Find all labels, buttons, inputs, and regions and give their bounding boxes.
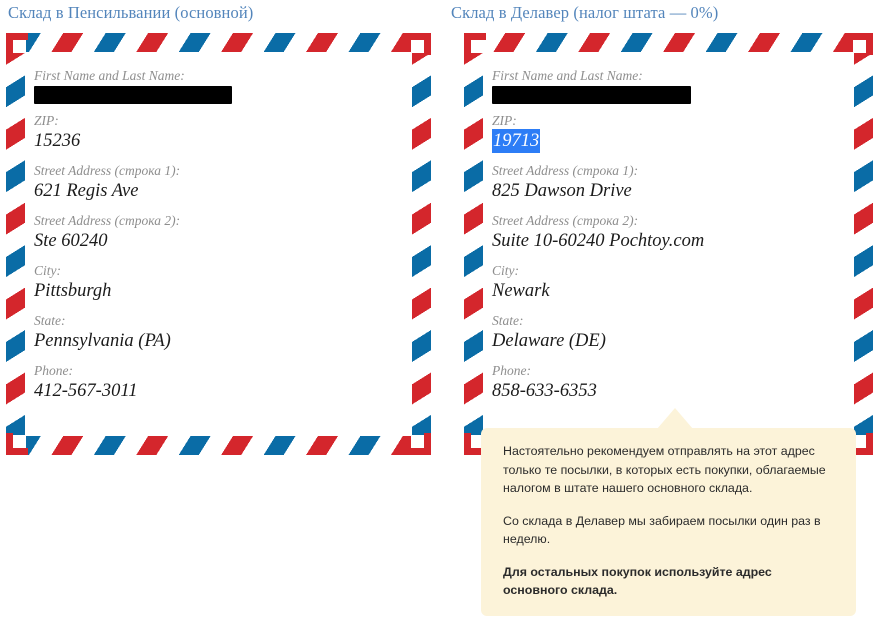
airmail-border-right [412,53,431,435]
envelope-corner-bottom-right [409,433,431,455]
field-label-street-address-1: Street Address (строка 1): [492,163,639,178]
field-full-name[interactable]: First Name and Last Name: [34,67,403,109]
tooltip-paragraph-3: Для остальных покупок используйте адрес … [503,564,772,598]
delaware-warehouse-tooltip: Настоятельно рекомендуем отправлять на э… [481,428,856,616]
field-state[interactable]: State: Pennsylvania (PA) [34,312,403,353]
field-label-zip: ZIP: [492,113,517,128]
field-label-phone: Phone: [34,363,73,378]
address-block-delaware[interactable]: First Name and Last Name: ZIP: 19713 Str… [492,67,845,412]
field-street-address-2[interactable]: Street Address (строка 2): Suite 10-6024… [492,212,845,253]
airmail-envelope-pennsylvania: First Name and Last Name: ZIP: 15236 Str… [6,33,431,455]
field-zip[interactable]: ZIP: 19713 [492,112,845,153]
airmail-border-bottom [26,436,411,455]
tooltip-paragraph-2: Со склада в Делавер мы забираем посылки … [503,513,821,547]
envelope-corner-top-left [6,33,28,55]
field-value-street-address-1[interactable]: 825 Dawson Drive [492,179,845,203]
field-zip[interactable]: ZIP: 15236 [34,112,403,153]
field-value-phone[interactable]: 858-633-6353 [492,379,845,403]
field-value-street-address-1[interactable]: 621 Regis Ave [34,179,403,203]
field-label-full-name: First Name and Last Name: [34,68,185,83]
envelope-corner-top-left [464,33,486,55]
field-value-zip-selected[interactable]: 19713 [492,129,541,153]
airmail-border-left [464,53,483,435]
tooltip-arrow [657,408,693,429]
field-phone[interactable]: Phone: 412-567-3011 [34,362,403,403]
field-phone[interactable]: Phone: 858-633-6353 [492,362,845,403]
airmail-border-top [484,33,853,52]
field-value-city[interactable]: Newark [492,279,845,303]
panel-title-pennsylvania: Склад в Пенсильвании (основной) [8,3,254,22]
envelope-corner-top-right [409,33,431,55]
field-street-address-2[interactable]: Street Address (строка 2): Ste 60240 [34,212,403,253]
field-label-street-address-2: Street Address (строка 2): [34,213,181,228]
field-label-state: State: [492,313,524,328]
field-state[interactable]: State: Delaware (DE) [492,312,845,353]
field-street-address-1[interactable]: Street Address (строка 1): 621 Regis Ave [34,162,403,203]
airmail-border-top [26,33,411,52]
field-value-state[interactable]: Pennsylvania (PA) [34,329,403,353]
field-label-street-address-2: Street Address (строка 2): [492,213,639,228]
warehouse-panel-delaware: Склад в Делавер (налог штата — 0%) [443,0,883,23]
field-value-city[interactable]: Pittsburgh [34,279,403,303]
envelope-corner-bottom-left [6,433,28,455]
field-value-full-name-redacted [492,86,691,104]
airmail-envelope-delaware: First Name and Last Name: ZIP: 19713 Str… [464,33,873,455]
warehouse-panel-pennsylvania: Склад в Пенсильвании (основной) [0,0,443,23]
field-city[interactable]: City: Newark [492,262,845,303]
field-label-phone: Phone: [492,363,531,378]
field-street-address-1[interactable]: Street Address (строка 1): 825 Dawson Dr… [492,162,845,203]
envelope-corner-top-right [851,33,873,55]
tooltip-paragraph-1: Настоятельно рекомендуем отправлять на э… [503,444,826,495]
field-label-state: State: [34,313,66,328]
field-full-name[interactable]: First Name and Last Name: [492,67,845,109]
field-label-city: City: [492,263,519,278]
field-label-full-name: First Name and Last Name: [492,68,643,83]
field-city[interactable]: City: Pittsburgh [34,262,403,303]
field-label-street-address-1: Street Address (строка 1): [34,163,181,178]
field-value-zip[interactable]: 15236 [34,129,403,153]
field-label-zip: ZIP: [34,113,59,128]
field-label-city: City: [34,263,61,278]
field-value-street-address-2[interactable]: Ste 60240 [34,229,403,253]
panel-title-delaware: Склад в Делавер (налог штата — 0%) [451,3,719,22]
field-value-phone[interactable]: 412-567-3011 [34,379,403,403]
field-value-street-address-2[interactable]: Suite 10-60240 Pochtoy.com [492,229,845,253]
airmail-border-left [6,53,25,435]
field-value-state[interactable]: Delaware (DE) [492,329,845,353]
address-block-pennsylvania[interactable]: First Name and Last Name: ZIP: 15236 Str… [34,67,403,412]
airmail-border-right [854,53,873,435]
field-value-full-name-redacted [34,86,232,104]
